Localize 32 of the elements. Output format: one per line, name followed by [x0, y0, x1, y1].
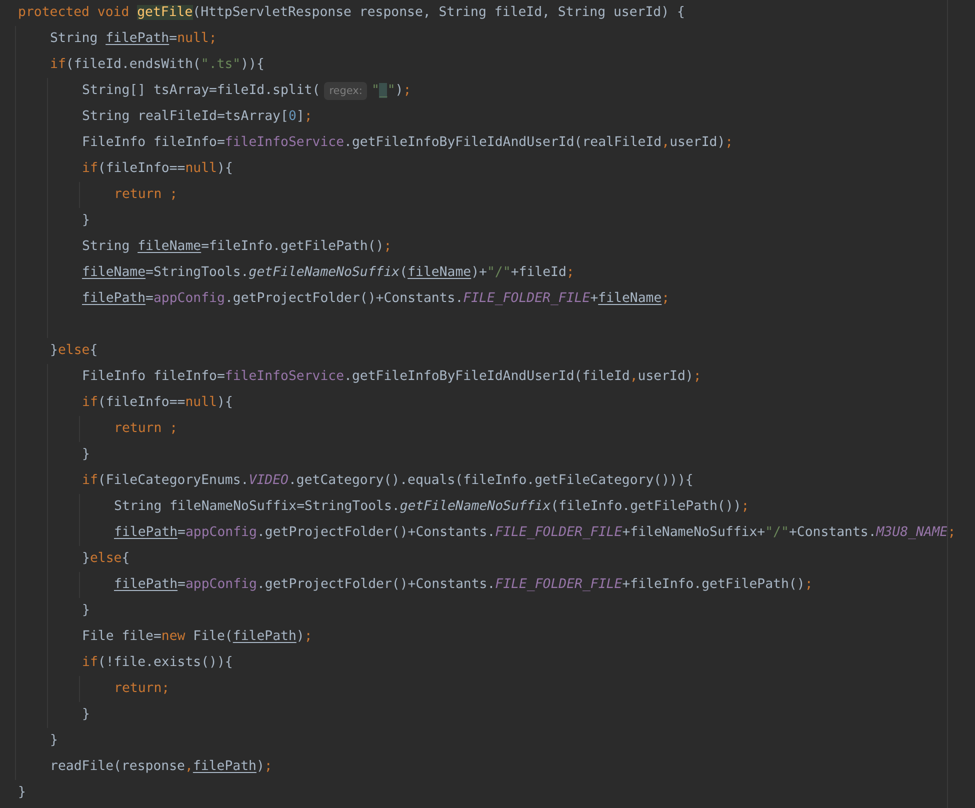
- code-text: return;: [114, 680, 170, 698]
- code-text: filePath=appConfig.getProjectFolder()+Constants.FILE_FOLDER_FILE+fileNameNoSuffix+"/"+Constants.M3U8_NAME;: [114, 524, 956, 542]
- code-text: String fileNameNoSuffix=StringTools.getFileNameNoSuffix(fileInfo.getFilePath());: [114, 498, 750, 516]
- code-text: if(fileInfo==null){: [82, 160, 233, 178]
- code-text: if(fileInfo==null){: [82, 394, 233, 412]
- inlay-hint: regex:: [324, 82, 368, 100]
- code-text: if(fileId.endsWith(".ts")){: [50, 56, 264, 74]
- code-text: if(!file.exists()){: [82, 654, 233, 672]
- code-text: return ;: [114, 186, 178, 204]
- code-text: }else{: [50, 342, 98, 360]
- code-text: protected void getFile(HttpServletResponse response, String fileId, String userId) {: [18, 4, 685, 22]
- code-text: String filePath=null;: [50, 30, 217, 48]
- code-text: String realFileId=tsArray[0];: [82, 108, 312, 126]
- code-text: }: [82, 446, 90, 464]
- code-text: }: [82, 212, 90, 230]
- code-text: }: [50, 732, 58, 750]
- code-text: fileName=StringTools.getFileNameNoSuffix(fileName)+"/"+fileId;: [82, 264, 574, 282]
- code-text: readFile(response,filePath);: [50, 758, 272, 776]
- code-text: filePath=appConfig.getProjectFolder()+Constants.FILE_FOLDER_FILE+fileName;: [82, 290, 670, 308]
- code-text: "_");: [371, 82, 412, 100]
- code-text: String[] tsArray=fileId.split(: [82, 82, 320, 100]
- code-text: FileInfo fileInfo=fileInfoService.getFileInfoByFileIdAndUserId(realFileId,userId);: [82, 134, 734, 152]
- code-text: }: [82, 706, 90, 724]
- code-text: return ;: [114, 420, 178, 438]
- code-text: FileInfo fileInfo=fileInfoService.getFileInfoByFileIdAndUserId(fileId,userId);: [82, 368, 702, 386]
- code-text: filePath=appConfig.getProjectFolder()+Constants.FILE_FOLDER_FILE+fileInfo.getFilePath();: [114, 576, 813, 594]
- code-text: }: [82, 602, 90, 620]
- code-text: File file=new File(filePath);: [82, 628, 312, 646]
- code-text: if(FileCategoryEnums.VIDEO.getCategory().equals(fileInfo.getFileCategory())){: [82, 472, 694, 490]
- code-text: }: [18, 784, 26, 802]
- code-text: }else{: [82, 550, 130, 568]
- code-text: String fileName=fileInfo.getFilePath();: [82, 238, 392, 256]
